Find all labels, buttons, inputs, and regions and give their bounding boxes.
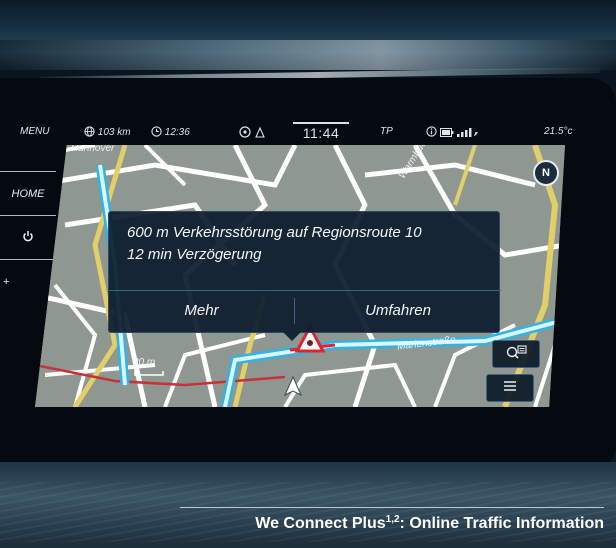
caption-text-after: : Online Traffic Information	[399, 515, 604, 532]
map-search-button[interactable]	[492, 340, 540, 368]
caption-text: We Connect Plus	[255, 515, 386, 532]
map-menu-button[interactable]	[486, 374, 534, 402]
globe-icon	[84, 126, 98, 138]
detour-button[interactable]: Umfahren	[295, 292, 501, 328]
clock-value: 11:44	[302, 125, 340, 141]
more-label: Mehr	[184, 301, 219, 319]
popup-divider	[109, 290, 501, 291]
distance-value: 103 km	[97, 127, 131, 138]
dashboard-sheen	[0, 40, 616, 70]
eta-readout: 12:36	[151, 126, 190, 138]
caption-superscript: 1,2	[385, 514, 400, 525]
temperature-readout: 21.5°c	[544, 126, 573, 137]
traffic-message: 600 m Verkehrsstörung auf Regionsroute 1…	[127, 224, 422, 241]
plus-label: +	[3, 276, 10, 288]
tp-indicator: TP	[380, 126, 393, 137]
menu-icon	[503, 379, 517, 397]
dashboard-bottom	[0, 462, 616, 548]
map-search-icon	[505, 344, 527, 365]
info-icon	[426, 126, 440, 138]
compass-button[interactable]: N	[533, 160, 559, 186]
more-button[interactable]: Mehr	[109, 292, 294, 328]
voice-icon	[254, 126, 266, 139]
caption: We Connect Plus1,2: Online Traffic Infor…	[180, 514, 604, 533]
satellite-icon	[239, 126, 254, 139]
status-bar: MENU 103 km 12:36 11:44 TP 21.5°c	[0, 122, 596, 144]
compass-label: N	[542, 167, 550, 179]
phone-indicators	[426, 126, 479, 138]
caption-rule	[180, 507, 604, 508]
detour-label: Umfahren	[365, 301, 431, 319]
distance-readout: 103 km	[84, 126, 131, 138]
connectivity-icons	[239, 126, 266, 139]
side-spacer	[0, 146, 56, 172]
traffic-popup: 600 m Verkehrsstörung auf Regionsroute 1…	[108, 211, 501, 333]
clock: 11:44	[293, 122, 349, 142]
power-icon	[22, 230, 34, 245]
map-city-label: Hannover	[71, 145, 115, 154]
home-label: HOME	[11, 187, 45, 200]
volume-up-button[interactable]: +	[0, 260, 56, 304]
map-scale-label: 20 m	[133, 357, 156, 368]
menu-button[interactable]: MENU	[20, 126, 49, 137]
eta-value: 12:36	[164, 127, 190, 138]
battery-icon	[439, 127, 457, 138]
traffic-delay: 12 min Verzögerung	[127, 246, 262, 263]
signal-icon	[456, 127, 479, 138]
power-button[interactable]	[0, 216, 56, 260]
clock-icon	[151, 126, 165, 138]
home-button[interactable]: HOME	[0, 172, 56, 216]
popup-pointer	[283, 332, 301, 341]
